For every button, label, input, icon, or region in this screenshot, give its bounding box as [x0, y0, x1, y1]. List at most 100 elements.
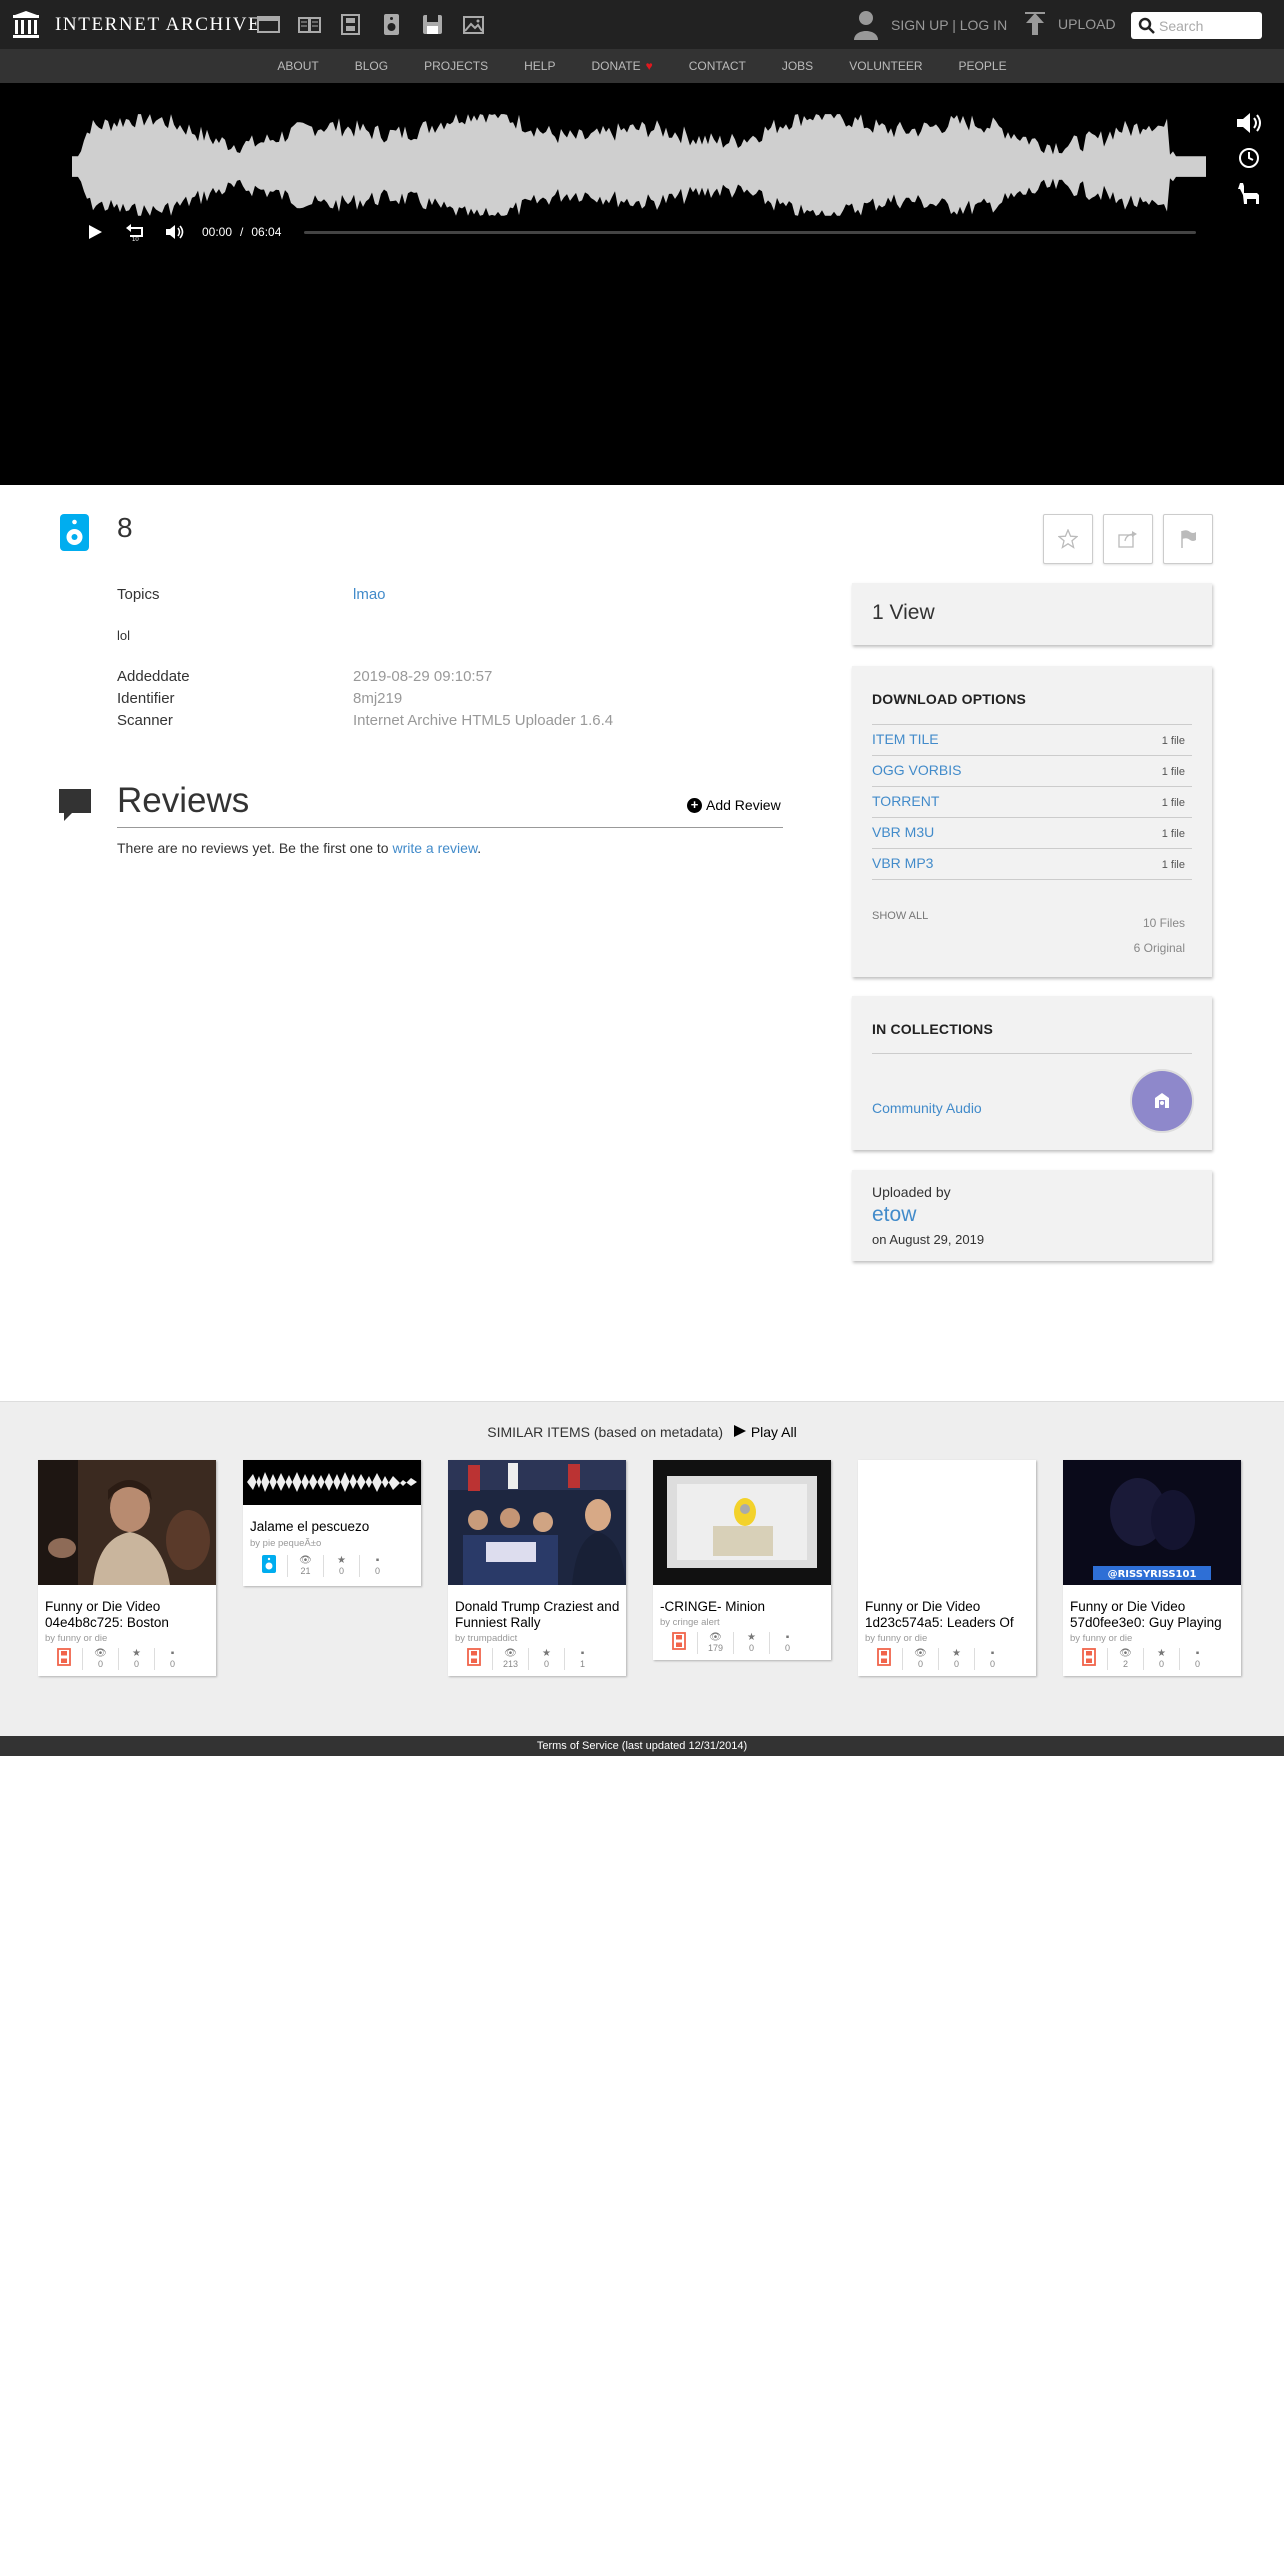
- similar-item-tile[interactable]: Funny or Die Video 04e4b8c725: Boston by…: [38, 1460, 216, 1676]
- similar-item-title[interactable]: Funny or Die Video 04e4b8c725: Boston: [45, 1599, 210, 1631]
- upload-button[interactable]: UPLOAD: [1024, 12, 1116, 36]
- meta-addeddate: Addeddate 2019-08-29 09:10:57: [117, 668, 492, 685]
- nav-about[interactable]: ABOUT: [277, 59, 318, 73]
- meta-identifier-value: 8mj219: [353, 690, 403, 707]
- nav-contact[interactable]: CONTACT: [689, 59, 746, 73]
- download-row-ogg-vorbis[interactable]: OGG VORBIS 1 file: [872, 755, 1192, 786]
- flag-button[interactable]: [1163, 514, 1213, 564]
- download-format[interactable]: VBR MP3: [872, 855, 933, 871]
- favorites-stat: ★ 0: [733, 1632, 769, 1654]
- share-icon: [1118, 531, 1137, 548]
- topic-link[interactable]: lmao: [353, 586, 386, 603]
- volume-icon[interactable]: [1233, 111, 1265, 135]
- views-stat: 👁 0: [902, 1648, 938, 1670]
- footer: Terms of Service (last updated 12/31/201…: [0, 1736, 1284, 1756]
- nav-jobs[interactable]: JOBS: [782, 59, 813, 73]
- star-icon: ★: [952, 1648, 961, 1659]
- clock-icon[interactable]: [1233, 146, 1265, 170]
- share-button[interactable]: [1103, 514, 1153, 564]
- similar-item-title[interactable]: Donald Trump Craziest and Funniest Rally: [455, 1599, 620, 1631]
- uploader-box: Uploaded by etow on August 29, 2019: [852, 1170, 1212, 1261]
- favorite-button[interactable]: [1043, 514, 1093, 564]
- similar-item-title[interactable]: Funny or Die Video 1d23c574a5: Leaders O…: [865, 1599, 1030, 1631]
- files-original: 6 Original: [1133, 941, 1185, 955]
- nav-people[interactable]: PEOPLE: [959, 59, 1007, 73]
- search-input[interactable]: [1159, 17, 1259, 34]
- play-all-button[interactable]: Play All: [733, 1424, 797, 1440]
- write-review-link[interactable]: write a review: [392, 840, 477, 856]
- views-count: 179: [707, 1643, 724, 1653]
- similar-item-creator: by trumpaddict: [455, 1633, 518, 1644]
- software-icon[interactable]: [420, 12, 445, 37]
- uploader-link[interactable]: etow: [872, 1203, 916, 1227]
- current-time: 00:00: [202, 225, 233, 239]
- llama-icon[interactable]: [1233, 181, 1265, 205]
- download-format[interactable]: OGG VORBIS: [872, 762, 961, 778]
- media-type-stat: [1071, 1648, 1107, 1669]
- texts-icon[interactable]: [297, 12, 322, 37]
- similar-item-tile[interactable]: Jalame el pescuezo by pie pequeÃ±o 👁 21 ★…: [243, 1460, 421, 1586]
- svg-text:10: 10: [132, 237, 139, 242]
- waveform-image[interactable]: [72, 113, 1207, 221]
- images-icon[interactable]: [461, 12, 486, 37]
- similar-item-stats: 👁 179 ★ 0 ▪ 0: [653, 1632, 831, 1658]
- similar-item-title[interactable]: Funny or Die Video 57d0fee3e0: Guy Playi…: [1070, 1599, 1235, 1631]
- web-icon[interactable]: [256, 12, 281, 37]
- audio-item-icon: [60, 514, 89, 551]
- download-format[interactable]: VBR M3U: [872, 824, 934, 840]
- download-row-vbr-mp3[interactable]: VBR MP3 1 file: [872, 848, 1192, 879]
- mute-button[interactable]: [164, 221, 186, 243]
- terms-of-service-link[interactable]: Terms of Service (last updated 12/31/201…: [537, 1740, 747, 1752]
- video-icon[interactable]: [338, 12, 363, 37]
- internet-archive-logo-icon[interactable]: [12, 11, 40, 39]
- rewind-10-button[interactable]: 10: [124, 221, 146, 243]
- sign-up-log-in-link[interactable]: SIGN UP | LOG IN: [891, 17, 1007, 33]
- show-all-link[interactable]: SHOW ALL: [872, 910, 928, 922]
- download-format[interactable]: ITEM TILE: [872, 731, 939, 747]
- download-row-torrent[interactable]: TORRENT 1 file: [872, 786, 1192, 817]
- similar-item-tile[interactable]: @RISSYRISS101 Funny or Die Video 57d0fee…: [1063, 1460, 1241, 1676]
- similar-item-tile[interactable]: -CRINGE- Minion by cringe alert 👁 179 ★ 0 …: [653, 1460, 831, 1660]
- download-row-item-tile[interactable]: ITEM TILE 1 file: [872, 724, 1192, 755]
- nav-volunteer[interactable]: VOLUNTEER: [849, 59, 922, 73]
- comment-icon: ▪: [170, 1648, 175, 1659]
- similar-item-creator: by funny or die: [865, 1633, 928, 1644]
- play-button[interactable]: [84, 221, 106, 243]
- audio-icon[interactable]: [379, 12, 404, 37]
- similar-item-title[interactable]: -CRINGE- Minion: [660, 1599, 825, 1615]
- download-format[interactable]: TORRENT: [872, 793, 939, 809]
- collection-link[interactable]: Community Audio: [872, 1100, 982, 1116]
- collections-divider: [872, 1053, 1192, 1054]
- download-row-vbr-m3u[interactable]: VBR M3U 1 file: [872, 817, 1192, 848]
- search-box[interactable]: [1131, 12, 1262, 39]
- brand-title[interactable]: INTERNET ARCHIVE: [55, 14, 261, 36]
- duration: 06:04: [251, 225, 282, 239]
- similar-item-tile[interactable]: Funny or Die Video 1d23c574a5: Leaders O…: [858, 1460, 1036, 1676]
- uploaded-by-label: Uploaded by: [872, 1184, 951, 1200]
- user-icon[interactable]: [853, 10, 879, 40]
- similar-item-creator: by funny or die: [1070, 1633, 1133, 1644]
- similar-items-title: SIMILAR ITEMS (based on metadata): [487, 1424, 724, 1440]
- reviews-period: .: [477, 840, 482, 856]
- star-icon: ★: [1157, 1648, 1166, 1659]
- add-review-button[interactable]: + Add Review: [687, 797, 781, 813]
- collections-box: IN COLLECTIONS Community Audio: [852, 996, 1212, 1150]
- meta-scanner-label: Scanner: [117, 712, 173, 729]
- nav-donate[interactable]: DONATE ♥: [591, 59, 652, 73]
- eye-icon: 👁: [94, 1648, 107, 1659]
- favorites-count: 0: [338, 1566, 344, 1576]
- player-controls: 10 00:00 / 06:04: [84, 218, 1204, 246]
- collection-thumbnail[interactable]: [1132, 1071, 1192, 1131]
- comment-icon: ▪: [785, 1632, 790, 1643]
- similar-item-title[interactable]: Jalame el pescuezo: [250, 1519, 415, 1535]
- rewind-icon: 10: [126, 224, 143, 242]
- similar-item-tile[interactable]: Donald Trump Craziest and Funniest Rally…: [448, 1460, 626, 1676]
- star-icon: ★: [542, 1648, 551, 1659]
- nav-projects[interactable]: PROJECTS: [424, 59, 488, 73]
- reviews-icon: [59, 789, 91, 821]
- item-thumbnail: @RISSYRISS101: [1063, 1460, 1241, 1585]
- user-area[interactable]: SIGN UP | LOG IN: [853, 10, 1007, 40]
- nav-blog[interactable]: BLOG: [355, 59, 388, 73]
- nav-help[interactable]: HELP: [524, 59, 555, 73]
- progress-bar[interactable]: [304, 231, 1196, 234]
